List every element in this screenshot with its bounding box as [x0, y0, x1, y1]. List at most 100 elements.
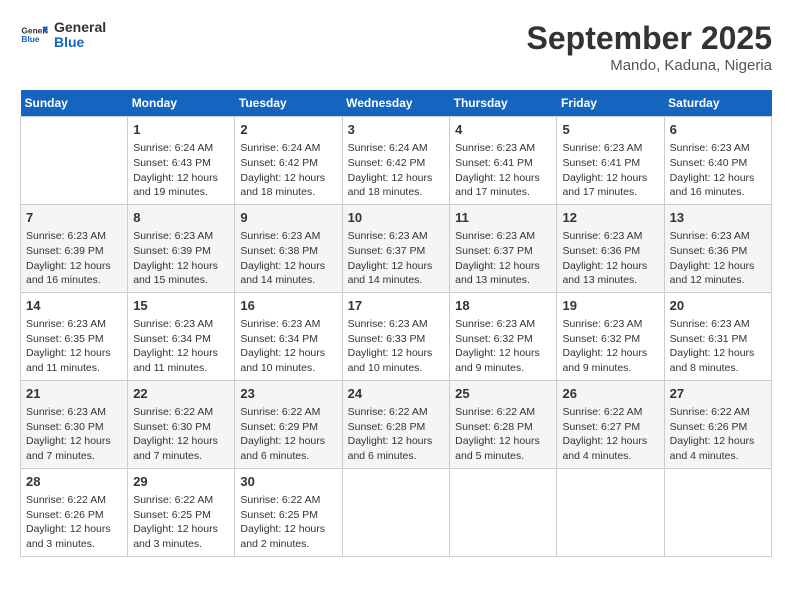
day-info: Sunrise: 6:23 AM — [562, 317, 658, 332]
day-info: Sunrise: 6:23 AM — [670, 229, 766, 244]
day-info: Sunset: 6:26 PM — [26, 508, 122, 523]
day-info: Sunrise: 6:22 AM — [133, 405, 229, 420]
calendar-table: SundayMondayTuesdayWednesdayThursdayFrid… — [20, 90, 772, 557]
day-info: Daylight: 12 hours — [348, 259, 445, 274]
day-info: and 2 minutes. — [240, 537, 336, 552]
day-number: 21 — [26, 385, 122, 403]
day-info: Daylight: 12 hours — [348, 171, 445, 186]
day-number: 18 — [455, 297, 551, 315]
calendar-week-1: 1Sunrise: 6:24 AMSunset: 6:43 PMDaylight… — [21, 117, 772, 205]
day-info: Daylight: 12 hours — [455, 434, 551, 449]
day-info: and 6 minutes. — [348, 449, 445, 464]
day-number: 28 — [26, 473, 122, 491]
day-info: and 5 minutes. — [455, 449, 551, 464]
day-info: Daylight: 12 hours — [240, 346, 336, 361]
day-info: and 9 minutes. — [562, 361, 658, 376]
day-info: Sunrise: 6:23 AM — [348, 317, 445, 332]
calendar-cell: 27Sunrise: 6:22 AMSunset: 6:26 PMDayligh… — [664, 380, 771, 468]
calendar-cell: 6Sunrise: 6:23 AMSunset: 6:40 PMDaylight… — [664, 117, 771, 205]
day-number: 1 — [133, 121, 229, 139]
day-info: Sunrise: 6:23 AM — [455, 229, 551, 244]
calendar-cell: 14Sunrise: 6:23 AMSunset: 6:35 PMDayligh… — [21, 292, 128, 380]
calendar-header-row: SundayMondayTuesdayWednesdayThursdayFrid… — [21, 90, 772, 117]
day-info: and 9 minutes. — [455, 361, 551, 376]
page-header: General Blue General Blue September 2025… — [20, 20, 772, 74]
day-info: Daylight: 12 hours — [240, 522, 336, 537]
day-info: and 7 minutes. — [26, 449, 122, 464]
calendar-cell — [450, 468, 557, 556]
day-info: and 6 minutes. — [240, 449, 336, 464]
day-info: Sunrise: 6:22 AM — [240, 493, 336, 508]
calendar-cell — [342, 468, 450, 556]
day-number: 17 — [348, 297, 445, 315]
day-info: Sunset: 6:42 PM — [348, 156, 445, 171]
day-info: Sunset: 6:33 PM — [348, 332, 445, 347]
day-info: Sunset: 6:37 PM — [348, 244, 445, 259]
day-info: Sunset: 6:34 PM — [240, 332, 336, 347]
calendar-cell: 21Sunrise: 6:23 AMSunset: 6:30 PMDayligh… — [21, 380, 128, 468]
calendar-cell: 30Sunrise: 6:22 AMSunset: 6:25 PMDayligh… — [235, 468, 342, 556]
day-info: and 15 minutes. — [133, 273, 229, 288]
header-sunday: Sunday — [21, 90, 128, 117]
day-info: and 14 minutes. — [348, 273, 445, 288]
day-number: 13 — [670, 209, 766, 227]
day-info: Daylight: 12 hours — [240, 259, 336, 274]
day-info: Sunset: 6:25 PM — [133, 508, 229, 523]
calendar-cell: 20Sunrise: 6:23 AMSunset: 6:31 PMDayligh… — [664, 292, 771, 380]
logo-general: General — [54, 20, 106, 35]
calendar-cell — [21, 117, 128, 205]
calendar-cell: 19Sunrise: 6:23 AMSunset: 6:32 PMDayligh… — [557, 292, 664, 380]
day-info: Sunset: 6:35 PM — [26, 332, 122, 347]
day-number: 4 — [455, 121, 551, 139]
day-info: Sunrise: 6:24 AM — [240, 141, 336, 156]
day-info: Sunrise: 6:22 AM — [455, 405, 551, 420]
day-number: 2 — [240, 121, 336, 139]
day-info: and 16 minutes. — [26, 273, 122, 288]
day-info: and 18 minutes. — [240, 185, 336, 200]
day-info: Daylight: 12 hours — [133, 171, 229, 186]
calendar-week-3: 14Sunrise: 6:23 AMSunset: 6:35 PMDayligh… — [21, 292, 772, 380]
logo-icon: General Blue — [20, 21, 48, 49]
day-info: Sunset: 6:28 PM — [455, 420, 551, 435]
day-info: Daylight: 12 hours — [133, 259, 229, 274]
calendar-cell: 4Sunrise: 6:23 AMSunset: 6:41 PMDaylight… — [450, 117, 557, 205]
day-info: Sunset: 6:39 PM — [26, 244, 122, 259]
day-info: and 19 minutes. — [133, 185, 229, 200]
day-number: 5 — [562, 121, 658, 139]
month-title: September 2025 — [527, 20, 772, 57]
day-info: Sunrise: 6:22 AM — [348, 405, 445, 420]
calendar-cell: 1 Sunrise: 6:24 AMSunset: 6:43 PMDaylight… — [128, 117, 235, 205]
logo: General Blue General Blue — [20, 20, 106, 51]
calendar-cell: 7Sunrise: 6:23 AMSunset: 6:39 PMDaylight… — [21, 204, 128, 292]
day-info: Sunset: 6:36 PM — [670, 244, 766, 259]
day-info: and 8 minutes. — [670, 361, 766, 376]
day-info: Sunset: 6:38 PM — [240, 244, 336, 259]
day-number: 11 — [455, 209, 551, 227]
day-info: Daylight: 12 hours — [455, 346, 551, 361]
day-info: Daylight: 12 hours — [670, 434, 766, 449]
day-info: and 18 minutes. — [348, 185, 445, 200]
day-number: 15 — [133, 297, 229, 315]
day-info: and 4 minutes. — [670, 449, 766, 464]
day-number: 20 — [670, 297, 766, 315]
header-wednesday: Wednesday — [342, 90, 450, 117]
day-info: Sunrise: 6:23 AM — [26, 405, 122, 420]
day-info: Sunrise: 6:24 AM — [133, 141, 229, 156]
day-info: Sunrise: 6:22 AM — [26, 493, 122, 508]
day-info: and 10 minutes. — [240, 361, 336, 376]
calendar-cell: 15Sunrise: 6:23 AMSunset: 6:34 PMDayligh… — [128, 292, 235, 380]
day-number: 27 — [670, 385, 766, 403]
calendar-cell: 11Sunrise: 6:23 AMSunset: 6:37 PMDayligh… — [450, 204, 557, 292]
calendar-cell: 2Sunrise: 6:24 AMSunset: 6:42 PMDaylight… — [235, 117, 342, 205]
location: Mando, Kaduna, Nigeria — [527, 57, 772, 74]
day-info: Sunrise: 6:22 AM — [240, 405, 336, 420]
day-info: Daylight: 12 hours — [348, 346, 445, 361]
day-info: and 12 minutes. — [670, 273, 766, 288]
header-friday: Friday — [557, 90, 664, 117]
day-info: Sunrise: 6:23 AM — [26, 317, 122, 332]
day-info: Sunset: 6:43 PM — [133, 156, 229, 171]
day-info: Sunset: 6:29 PM — [240, 420, 336, 435]
day-info: Daylight: 12 hours — [26, 434, 122, 449]
day-info: Daylight: 12 hours — [670, 346, 766, 361]
day-info: Daylight: 12 hours — [133, 434, 229, 449]
